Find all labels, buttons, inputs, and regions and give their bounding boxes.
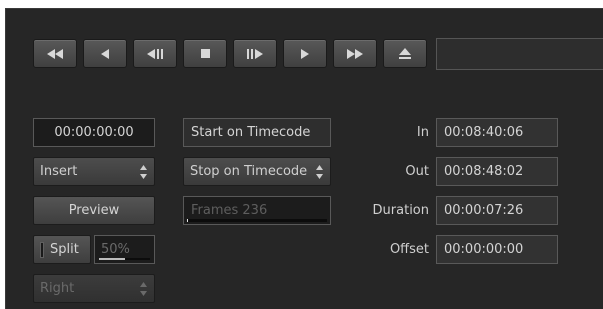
fast-forward-button[interactable]: [333, 39, 377, 68]
stop-button[interactable]: [183, 39, 227, 68]
out-label: Out: [405, 164, 429, 179]
spinner-arrows-icon: [140, 282, 147, 296]
spinner-arrows-icon: [316, 165, 323, 179]
mode-select[interactable]: Insert: [33, 157, 155, 186]
step-back-icon: [147, 48, 163, 59]
stop-on-timecode-value: Stop on Timecode: [190, 164, 308, 179]
offset-label: Offset: [389, 242, 429, 257]
fast-forward-icon: [347, 48, 363, 59]
split-percent-value: 50%: [101, 242, 130, 257]
spinner-arrows-icon: [140, 165, 147, 179]
duration-timecode-field[interactable]: 00:00:07:26: [436, 196, 558, 225]
preview-button[interactable]: Preview: [33, 196, 155, 225]
frames-field: Frames 236: [183, 196, 331, 225]
stop-icon: [200, 49, 210, 58]
in-label: In: [416, 125, 429, 140]
eject-icon: [399, 48, 411, 59]
offset-timecode-field[interactable]: 00:00:00:00: [436, 235, 558, 264]
frames-progress-fill: [187, 219, 189, 222]
stop-on-timecode-select[interactable]: Stop on Timecode: [183, 157, 331, 186]
split-toggle-indicator: [40, 241, 44, 258]
out-timecode-field[interactable]: 00:08:48:02: [436, 157, 558, 186]
start-on-timecode-button[interactable]: Start on Timecode: [183, 118, 331, 147]
current-timecode-field[interactable]: 00:00:00:00: [33, 118, 155, 147]
eject-button[interactable]: [383, 39, 427, 68]
play-reverse-button[interactable]: [83, 39, 127, 68]
split-label: Split: [50, 242, 79, 257]
rewind-icon: [47, 48, 63, 59]
frames-value: Frames 236: [191, 203, 268, 218]
play-icon: [301, 48, 309, 59]
split-level-track: [99, 258, 150, 260]
split-percent-field[interactable]: 50%: [94, 235, 155, 264]
mode-select-value: Insert: [40, 164, 78, 179]
play-button[interactable]: [283, 39, 327, 68]
in-timecode-field[interactable]: 00:08:40:06: [436, 118, 558, 147]
timecode-display: [436, 38, 603, 70]
step-back-button[interactable]: [133, 39, 177, 68]
duration-label: Duration: [372, 203, 429, 218]
rewind-button[interactable]: [33, 39, 77, 68]
split-toggle-button[interactable]: Split: [33, 235, 91, 264]
deck-control-panel: 00:00:00:00 Insert Preview Split 50% Rig…: [5, 8, 603, 309]
channel-select[interactable]: Right: [33, 274, 155, 303]
channel-select-value: Right: [40, 281, 75, 296]
split-level-fill: [99, 258, 125, 260]
play-reverse-icon: [101, 48, 109, 59]
frames-progress-track: [187, 219, 327, 222]
step-forward-icon: [247, 48, 263, 59]
step-forward-button[interactable]: [233, 39, 277, 68]
